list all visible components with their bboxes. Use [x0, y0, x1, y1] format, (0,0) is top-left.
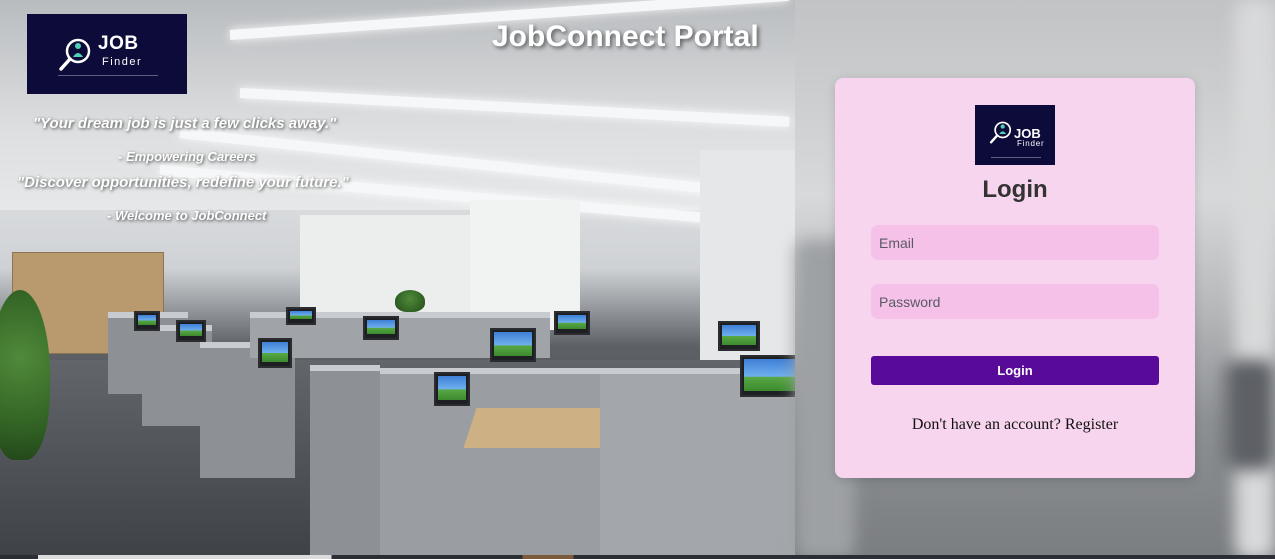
login-card: JOB Finder Login Login Don't have an acc…: [835, 78, 1195, 478]
quote-2-text: "Discover opportunities, redefine your f…: [17, 174, 349, 191]
email-field[interactable]: [871, 225, 1159, 260]
card-logo-subtitle: Finder: [1017, 139, 1045, 148]
quote-1-attribution: - Empowering Careers: [118, 149, 256, 164]
magnifier-person-icon: [989, 121, 1012, 144]
page: JOB Finder JobConnect Portal "Your dream…: [0, 0, 1275, 559]
register-prompt: Don't have an account? Register: [835, 416, 1195, 434]
magnifier-person-icon: [59, 38, 91, 71]
quote-1-text: "Your dream job is just a few clicks awa…: [33, 115, 337, 132]
login-heading: Login: [982, 176, 1048, 203]
card-logo: JOB Finder: [975, 105, 1055, 165]
login-button[interactable]: Login: [871, 356, 1159, 385]
logo-subtitle: Finder: [102, 56, 143, 68]
portal-title: JobConnect Portal: [492, 20, 759, 53]
password-field[interactable]: [871, 284, 1159, 319]
header-logo: JOB Finder: [27, 14, 187, 94]
quote-2-attribution: - Welcome to JobConnect: [107, 208, 267, 223]
register-link[interactable]: Register: [1065, 416, 1118, 433]
bottom-strip: [0, 555, 1275, 559]
logo-word: JOB: [98, 33, 139, 54]
register-prompt-text: Don't have an account?: [911, 416, 1065, 433]
